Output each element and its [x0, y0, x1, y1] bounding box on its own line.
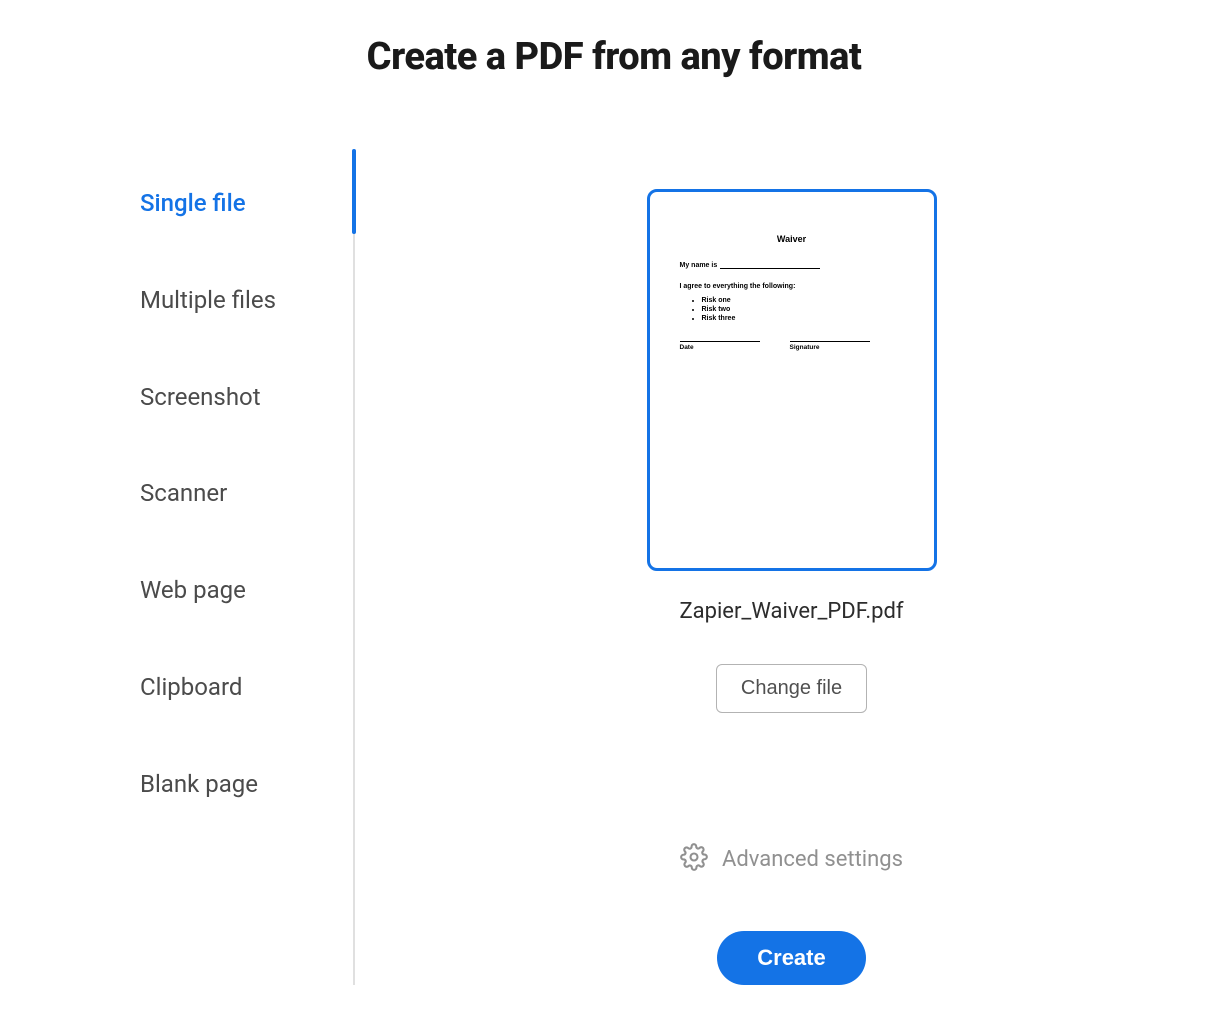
- sidebar-item-multiple-files[interactable]: Multiple files: [140, 286, 353, 315]
- sidebar-item-web-page[interactable]: Web page: [140, 576, 353, 605]
- sidebar-item-label: Multiple files: [140, 286, 276, 314]
- doc-bullet: Risk one: [702, 296, 904, 305]
- doc-bullet: Risk two: [702, 305, 904, 314]
- doc-title: Waiver: [680, 234, 904, 244]
- create-button[interactable]: Create: [717, 931, 865, 985]
- sidebar-item-blank-page[interactable]: Blank page: [140, 770, 353, 799]
- doc-signature-box: Signature: [790, 341, 870, 351]
- doc-bullets: Risk one Risk two Risk three: [680, 296, 904, 323]
- doc-signature-line: [790, 341, 870, 342]
- main-panel: Waiver My name is I agree to everything …: [355, 189, 1228, 985]
- sidebar-item-clipboard[interactable]: Clipboard: [140, 673, 353, 702]
- sidebar-item-scanner[interactable]: Scanner: [140, 479, 353, 508]
- doc-date-label: Date: [680, 344, 760, 351]
- doc-name-line: My name is: [680, 262, 904, 269]
- sidebar-item-single-file[interactable]: Single file: [140, 189, 353, 218]
- advanced-settings-link[interactable]: Advanced settings: [680, 843, 903, 875]
- advanced-settings-label: Advanced settings: [722, 847, 903, 872]
- doc-date-box: Date: [680, 341, 760, 351]
- gear-icon: [680, 843, 708, 875]
- doc-name-prefix: My name is: [680, 262, 718, 269]
- active-indicator: [352, 149, 356, 234]
- doc-agree-text: I agree to everything the following:: [680, 283, 904, 290]
- file-name: Zapier_Waiver_PDF.pdf: [679, 599, 903, 624]
- doc-date-line: [680, 341, 760, 342]
- sidebar-item-label: Single file: [140, 189, 246, 217]
- sidebar-item-label: Blank page: [140, 770, 258, 798]
- doc-signature-label: Signature: [790, 344, 870, 351]
- doc-signature-row: Date Signature: [680, 341, 904, 351]
- sidebar-item-label: Scanner: [140, 479, 227, 507]
- page-title: Create a PDF from any format: [0, 35, 1228, 79]
- change-file-button[interactable]: Change file: [716, 664, 867, 713]
- sidebar: Single file Multiple files Screenshot Sc…: [140, 189, 355, 985]
- sidebar-item-screenshot[interactable]: Screenshot: [140, 383, 353, 412]
- doc-name-underline: [720, 262, 820, 269]
- doc-bullet: Risk three: [702, 314, 904, 323]
- sidebar-item-label: Web page: [140, 576, 246, 604]
- file-preview[interactable]: Waiver My name is I agree to everything …: [647, 189, 937, 571]
- document-thumbnail: Waiver My name is I agree to everything …: [650, 192, 934, 371]
- sidebar-item-label: Clipboard: [140, 673, 242, 701]
- sidebar-item-label: Screenshot: [140, 383, 261, 411]
